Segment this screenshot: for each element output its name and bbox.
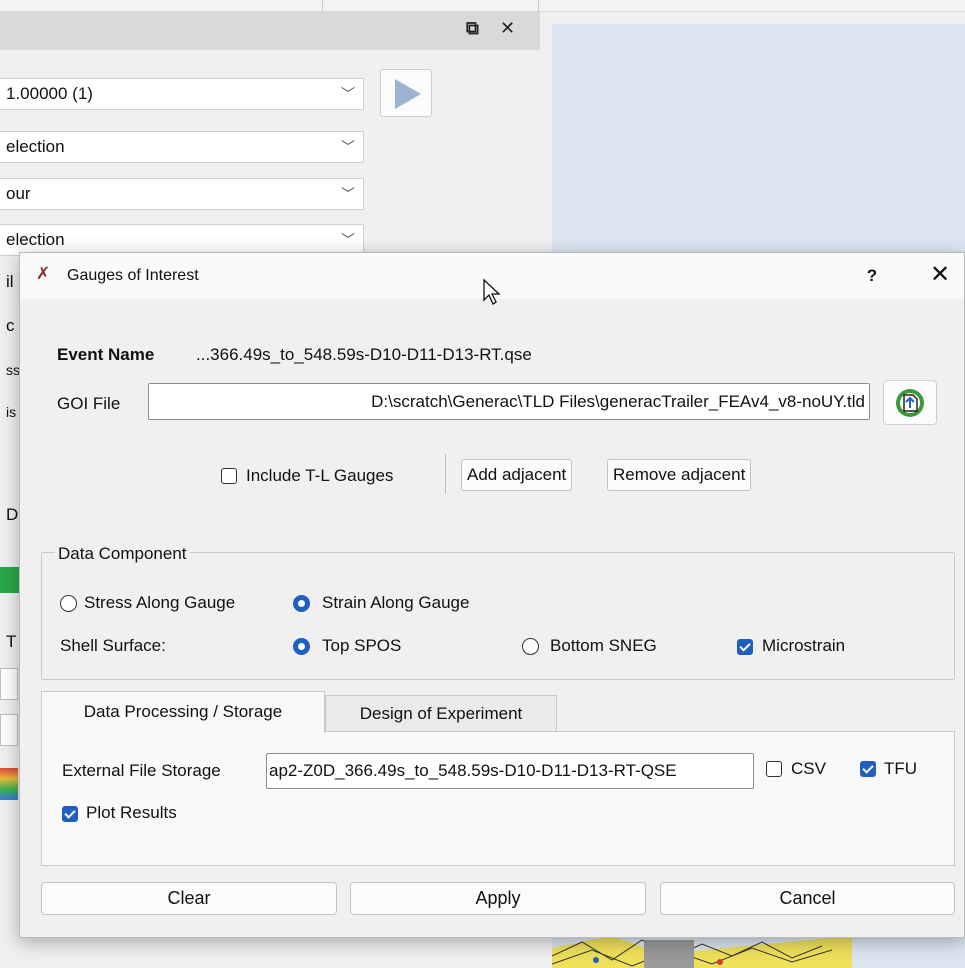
external-storage-input[interactable] [266,753,754,789]
contour-combo-value: our [6,184,31,203]
bottom-sneg-radio[interactable] [522,638,539,655]
data-component-title: Data Component [55,544,190,564]
strain-radio[interactable] [293,595,310,612]
time-step-combo[interactable]: 1.00000 (1) ﹀ [0,78,364,110]
close-icon[interactable]: ✕ [926,262,954,290]
chevron-down-icon: ﹀ [341,232,355,248]
clear-button[interactable]: Clear [41,882,337,915]
selection-combo-value: election [6,137,65,156]
stress-label: Stress Along Gauge [84,593,236,612]
csv-checkbox[interactable] [766,761,782,777]
chevron-down-icon: ﹀ [341,86,355,102]
color-swatch [0,567,20,593]
external-storage-label: External File Storage [62,761,221,780]
tab-data-processing-storage[interactable]: Data Processing / Storage [41,691,325,733]
event-name-label: Event Name [57,345,155,364]
browse-file-button[interactable] [883,380,937,425]
shell-surface-label: Shell Surface: [60,636,166,655]
top-bar-separator [538,0,539,12]
gauges-of-interest-dialog: ✗ Gauges of Interest ? ✕ Event Name ...3… [19,252,965,938]
contour-combo[interactable]: our ﹀ [0,178,364,210]
strain-label: Strain Along Gauge [322,593,470,612]
restore-icon[interactable]: ⧉ [466,18,479,39]
event-name-value: ...366.49s_to_548.59s-D10-D11-D13-RT.qse [196,345,532,364]
open-file-icon [896,389,924,417]
panel-label-fragment: il [6,272,14,291]
toolbar-separator [445,454,446,494]
play-button[interactable] [380,69,432,117]
stress-radio[interactable] [60,595,77,612]
panel-label-fragment: D [6,505,19,524]
plot-results-label: Plot Results [86,803,177,822]
left-panel-header: ⧉ ✕ [0,12,540,50]
top-bar-separator [322,0,323,12]
goi-file-label: GOI File [57,394,121,413]
selection-combo[interactable]: election ﹀ [0,131,364,163]
top-spos-label: Top SPOS [322,636,402,655]
legend-color-bar [0,768,18,800]
top-spos-radio[interactable] [293,638,310,655]
time-step-value: 1.00000 (1) [6,84,93,103]
chevron-down-icon: ﹀ [341,139,355,155]
panel-label-fragment: ss [6,362,20,378]
tfu-label: TFU [884,759,918,778]
cancel-button[interactable]: Cancel [660,882,955,915]
tfu-checkbox[interactable] [860,761,876,777]
swatch-box[interactable] [0,714,18,746]
add-adjacent-button[interactable]: Add adjacent [461,459,573,491]
swatch-box[interactable] [0,668,18,700]
goi-file-input[interactable] [148,383,870,420]
app-top-bar [0,0,965,12]
include-tl-checkbox[interactable] [221,468,237,484]
chevron-down-icon: ﹀ [341,186,355,202]
apply-button[interactable]: Apply [350,882,646,915]
gauge-app-icon: ✗ [36,264,51,283]
plot-results-checkbox[interactable] [62,806,78,822]
remove-adjacent-button[interactable]: Remove adjacent [607,459,752,491]
dialog-title: Gauges of Interest [67,267,199,284]
microstrain-checkbox[interactable] [737,639,753,655]
panel-label-fragment: is [6,404,17,420]
close-panel-icon[interactable]: ✕ [500,18,515,39]
tab-design-of-experiment[interactable]: Design of Experiment [325,695,557,732]
include-tl-label: Include T-L Gauges [246,466,394,485]
panel-label-fragment: T [6,632,17,651]
play-icon [395,79,421,109]
selection-combo-2-value: election [6,230,65,249]
tab-pane-storage [41,731,955,866]
help-button[interactable]: ? [860,262,884,290]
data-component-group [41,552,955,680]
mouse-cursor-icon [483,278,501,305]
panel-label-fragment: c [6,316,15,335]
bottom-sneg-label: Bottom SNEG [550,636,657,655]
csv-label: CSV [791,759,826,778]
microstrain-label: Microstrain [762,636,846,655]
